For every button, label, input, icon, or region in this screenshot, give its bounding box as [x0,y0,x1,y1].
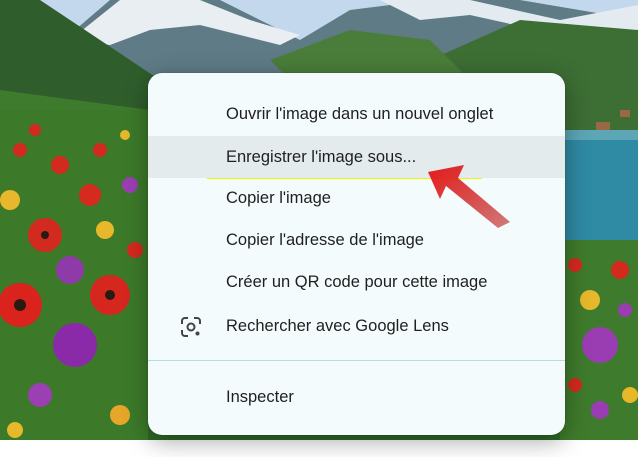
menu-item-label: Enregistrer l'image sous... [226,147,417,166]
menu-item-create-qr-code[interactable]: Créer un QR code pour cette image [148,261,565,303]
menu-item-label: Copier l'adresse de l'image [226,230,424,249]
google-lens-icon [180,316,202,338]
menu-item-label: Inspecter [226,387,294,406]
menu-item-label: Copier l'image [226,188,331,207]
menu-item-copy-image[interactable]: Copier l'image [148,177,565,219]
menu-item-search-google-lens[interactable]: Rechercher avec Google Lens [148,305,565,347]
menu-item-save-image-as[interactable]: Enregistrer l'image sous... [148,136,565,178]
page-bottom-area [0,440,638,457]
menu-separator [148,360,565,361]
menu-item-copy-image-address[interactable]: Copier l'adresse de l'image [148,219,565,261]
menu-item-label: Ouvrir l'image dans un nouvel onglet [226,104,494,123]
context-menu: Ouvrir l'image dans un nouvel onglet Enr… [148,73,565,435]
menu-item-open-image-new-tab[interactable]: Ouvrir l'image dans un nouvel onglet [148,93,565,135]
menu-item-inspect[interactable]: Inspecter [148,376,565,418]
menu-item-label: Créer un QR code pour cette image [226,272,488,291]
menu-item-label: Rechercher avec Google Lens [226,316,449,335]
